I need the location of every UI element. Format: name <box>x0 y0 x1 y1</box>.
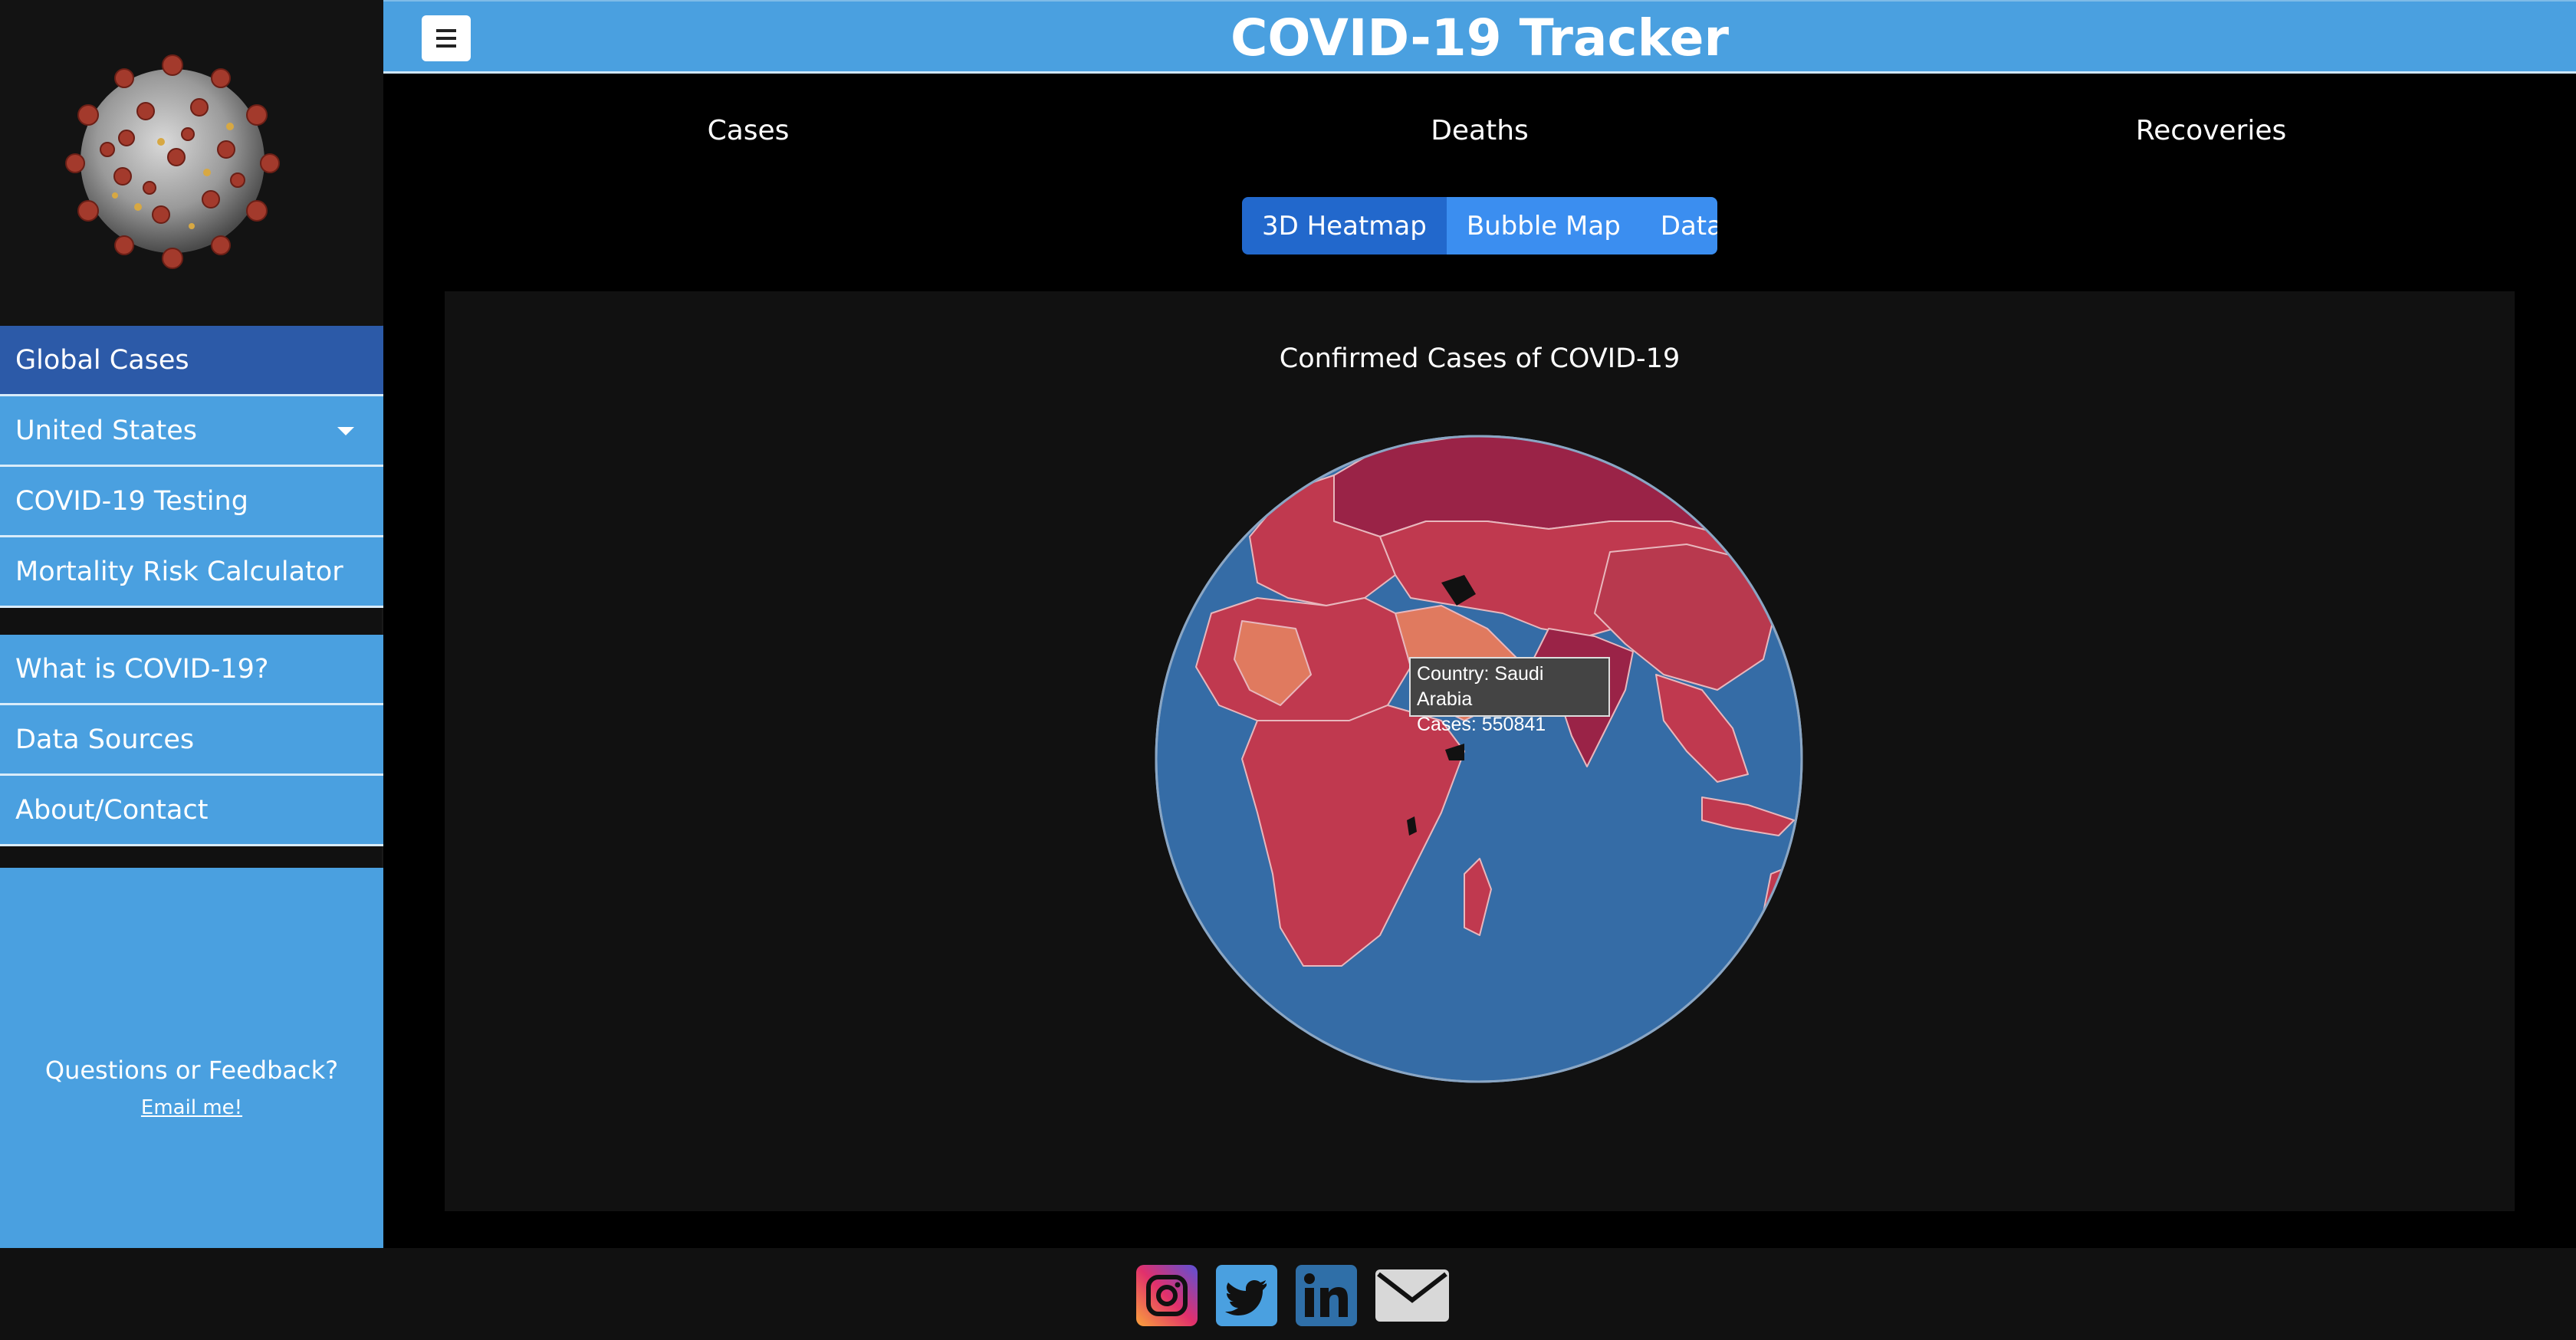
chart-panel: Confirmed Cases of COVID-19 Country: Sau… <box>445 291 2515 1211</box>
tab-recoveries[interactable]: Recoveries <box>2136 115 2287 146</box>
nav-label: What is COVID-19? <box>15 653 269 685</box>
caret-down-icon <box>337 427 354 435</box>
tab-cases[interactable]: Cases <box>708 115 790 146</box>
linkedin-icon[interactable] <box>1294 1263 1359 1328</box>
sidebar: Global Cases United States COVID-19 Test… <box>0 0 383 1248</box>
tab-deaths[interactable]: Deaths <box>1431 115 1529 146</box>
tooltip-country: Country: Saudi Arabia <box>1417 663 1544 710</box>
page-title: COVID-19 Tracker <box>1230 8 1730 67</box>
nav-data-sources[interactable]: Data Sources <box>0 705 383 776</box>
nav-united-states[interactable]: United States <box>0 396 383 467</box>
hover-tooltip: Country: Saudi Arabia Cases: 550841 <box>1409 657 1610 735</box>
globe-heatmap[interactable] <box>445 291 2515 1211</box>
nav-about-contact[interactable]: About/Contact <box>0 776 383 846</box>
email-link[interactable]: Email me! <box>0 1096 383 1119</box>
secondary-nav: What is COVID-19? Data Sources About/Con… <box>0 635 383 846</box>
nav-covid-testing[interactable]: COVID-19 Testing <box>0 467 383 537</box>
instagram-icon[interactable] <box>1135 1263 1199 1328</box>
nav-label: United States <box>15 415 198 446</box>
footer <box>0 1248 2576 1340</box>
feedback-panel: Questions or Feedback? Email me! <box>0 868 383 1248</box>
view-3d-heatmap-button[interactable]: 3D Heatmap <box>1242 197 1447 255</box>
view-data-button[interactable]: Data <box>1640 197 1717 255</box>
twitter-icon[interactable] <box>1214 1263 1279 1328</box>
view-bubble-map-button[interactable]: Bubble Map <box>1446 197 1641 255</box>
metric-tabs: Cases Deaths Recoveries <box>383 115 2576 169</box>
nav-label: Data Sources <box>15 724 195 755</box>
nav-label: Global Cases <box>15 344 189 376</box>
tooltip-cases: Cases: 550841 <box>1417 714 1546 735</box>
coronavirus-logo <box>65 54 280 269</box>
nav-what-is-covid[interactable]: What is COVID-19? <box>0 635 383 705</box>
view-toggle-group: 3D Heatmap Bubble Map Data <box>1242 197 1717 255</box>
primary-nav: Global Cases United States COVID-19 Test… <box>0 326 383 608</box>
feedback-question: Questions or Feedback? <box>44 1056 339 1085</box>
nav-label: About/Contact <box>15 794 209 826</box>
nav-mortality-risk-calculator[interactable]: Mortality Risk Calculator <box>0 537 383 608</box>
nav-label: Mortality Risk Calculator <box>15 556 343 587</box>
nav-global-cases[interactable]: Global Cases <box>0 326 383 396</box>
logo-area <box>0 0 383 325</box>
header-bar: COVID-19 Tracker <box>383 0 2576 74</box>
email-icon[interactable] <box>1374 1263 1451 1328</box>
nav-label: COVID-19 Testing <box>15 485 248 517</box>
